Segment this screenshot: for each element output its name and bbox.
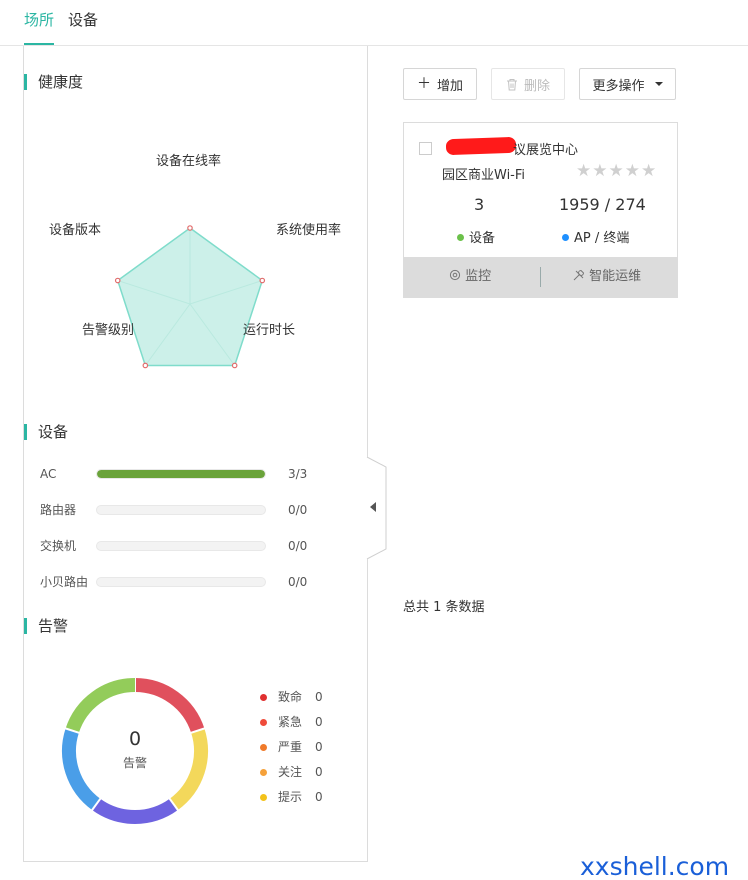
legend-value: 0 (315, 715, 323, 729)
smart-ops-label: 智能运维 (589, 269, 642, 284)
watermark: xxshell.com (580, 852, 730, 880)
alarm-total: 0 (128, 728, 142, 750)
legend-label: 严重 (278, 740, 303, 754)
device-bar-track (96, 541, 266, 551)
device-row-count: 3/3 (288, 467, 308, 481)
device-row-ac: AC 3/3 (40, 465, 340, 483)
radar-point (142, 362, 149, 369)
alarm-legend-hint: 提示 0 (260, 789, 350, 805)
alarm-total-label: 告警 (122, 756, 147, 770)
left-panel: 健康度 设备在线率 系统使用率 运行时长 告警级别 设备版本 设备 AC 3/3… (23, 46, 368, 862)
alarm-section-title: 告警 (24, 617, 68, 635)
legend-value: 0 (315, 740, 323, 754)
device-row-name: 交换机 (40, 539, 77, 553)
radar-label-device-version: 设备版本 (49, 223, 102, 238)
device-count: 3 (474, 195, 485, 214)
radar-label-usage-rate: 系统使用率 (276, 223, 342, 238)
ap-status-dot (562, 234, 569, 241)
radar-data-area (116, 227, 264, 367)
legend-label: 紧急 (278, 715, 303, 729)
legend-dot (260, 694, 267, 701)
add-button[interactable]: ＋ 增加 (403, 68, 477, 100)
legend-value: 0 (315, 765, 323, 779)
footer-divider (540, 267, 541, 287)
redaction-mark (445, 136, 517, 156)
venue-card[interactable]: 议展览中心 园区商业Wi-Fi ★★★★★ 3 1959 / 274 设备 AP… (403, 122, 678, 298)
venue-name[interactable]: 议展览中心 (513, 139, 578, 158)
radar-label-alarm-level: 告警级别 (82, 323, 135, 338)
legend-dot (260, 769, 267, 776)
health-radar-chart (114, 225, 266, 369)
device-bar-fill (97, 470, 265, 478)
device-row-count: 0/0 (288, 575, 308, 589)
device-row-name: 小贝路由 (40, 575, 89, 589)
device-bar-track (96, 469, 266, 479)
plus-icon: ＋ (416, 76, 431, 92)
device-row-switch: 交换机 0/0 (40, 537, 340, 555)
health-section-title: 健康度 (24, 73, 83, 91)
top-tabs: 场所 设备 (0, 0, 748, 46)
alarm-legend-urgent: 紧急 0 (260, 714, 350, 730)
tab-device[interactable]: 设备 (68, 9, 98, 31)
alarm-legend-attention: 关注 0 (260, 764, 350, 780)
caret-down-icon (654, 82, 663, 86)
legend-dot (260, 794, 267, 801)
rating-stars: ★★★★★ (576, 161, 658, 181)
device-row-name: 路由器 (40, 503, 77, 517)
smart-ops-button[interactable]: 智能运维 (573, 257, 641, 297)
legend-dot (260, 719, 267, 726)
radar-point (114, 277, 121, 284)
legend-value: 0 (315, 690, 323, 704)
device-stat-label: 设备 (457, 227, 495, 246)
device-status-dot (457, 234, 464, 241)
device-row-name: AC (40, 467, 57, 481)
donut-segment (134, 678, 205, 734)
delete-button-label: 删除 (523, 78, 550, 94)
legend-dot (260, 744, 267, 751)
ap-stat-label: AP / 终端 (562, 227, 629, 246)
add-button-label: 增加 (436, 78, 463, 94)
monitor-button[interactable]: 监控 (449, 257, 491, 297)
collapse-panel-handle[interactable] (366, 457, 388, 559)
total-count-text: 总共 1 条数据 (403, 600, 485, 615)
device-row-router: 路由器 0/0 (40, 501, 340, 519)
delete-button[interactable]: 删除 (491, 68, 565, 100)
gear-icon (449, 269, 461, 281)
more-actions-label: 更多操作 (592, 78, 645, 94)
device-section-title: 设备 (24, 423, 68, 441)
monitor-label: 监控 (465, 269, 492, 284)
alarm-legend-fatal: 致命 0 (260, 689, 350, 705)
donut-segment (65, 678, 136, 734)
device-row-count: 0/0 (288, 503, 308, 517)
ap-terminal-count: 1959 / 274 (559, 195, 646, 214)
device-row-count: 0/0 (288, 539, 308, 553)
device-stat-text: 设备 (469, 231, 496, 246)
legend-label: 致命 (278, 690, 303, 704)
device-bar-track (96, 577, 266, 587)
legend-label: 关注 (278, 765, 303, 779)
ap-stat-text: AP / 终端 (574, 231, 630, 246)
tools-icon (573, 269, 585, 281)
venue-select-checkbox[interactable] (419, 142, 432, 155)
device-row-xiaobei-router: 小贝路由 0/0 (40, 573, 340, 591)
trash-icon (506, 78, 517, 90)
donut-segment (92, 798, 178, 824)
radar-label-uptime: 运行时长 (243, 323, 296, 338)
legend-value: 0 (315, 790, 323, 804)
radar-point (187, 225, 193, 231)
radar-label-online-rate: 设备在线率 (156, 154, 222, 169)
alarm-legend-major: 严重 0 (260, 739, 350, 755)
alarm-donut-chart (62, 677, 208, 824)
venue-card-footer: 监控 智能运维 (404, 257, 677, 297)
radar-point (259, 277, 266, 284)
tab-venue[interactable]: 场所 (24, 9, 55, 45)
radar-point (231, 362, 238, 369)
venue-type: 园区商业Wi-Fi (442, 168, 526, 183)
more-actions-dropdown[interactable]: 更多操作 (579, 68, 676, 100)
device-bar-track (96, 505, 266, 515)
legend-label: 提示 (278, 790, 303, 804)
